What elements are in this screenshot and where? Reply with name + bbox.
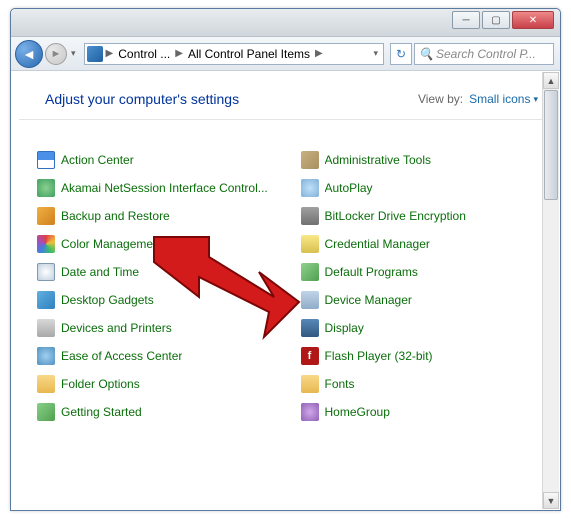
search-input[interactable]: 🔍 Search Control P... [414, 43, 554, 65]
item-label: AutoPlay [325, 181, 373, 195]
view-by-dropdown[interactable]: Small icons [469, 92, 538, 106]
control-panel-item[interactable]: Akamai NetSession Interface Control... [37, 178, 289, 198]
dev-icon [301, 291, 319, 309]
flag-icon [37, 151, 55, 169]
control-panel-item[interactable]: Date and Time [37, 262, 289, 282]
control-panel-item[interactable]: Action Center [37, 150, 289, 170]
disp-icon [301, 319, 319, 337]
auto-icon [301, 179, 319, 197]
bitl-icon [301, 207, 319, 225]
start-icon [37, 403, 55, 421]
globe-icon [37, 179, 55, 197]
control-panel-item[interactable]: Fonts [301, 374, 553, 394]
item-label: Getting Started [61, 405, 142, 419]
address-dropdown-icon[interactable]: ▾ [370, 48, 381, 59]
items-column-right: Administrative Tools AutoPlay BitLocker Dr… [301, 150, 553, 422]
folder-icon [37, 375, 55, 393]
item-label: Desktop Gadgets [61, 293, 154, 307]
vertical-scrollbar[interactable]: ▲ ▼ [542, 72, 559, 509]
address-bar[interactable]: ▶ Control ... ▶ All Control Panel Items … [84, 43, 384, 65]
item-label: Date and Time [61, 265, 139, 279]
breadcrumb-separator-icon[interactable]: ▶ [105, 48, 115, 59]
item-label: Administrative Tools [325, 153, 432, 167]
item-label: Default Programs [325, 265, 418, 279]
window-buttons: ─ ▢ ✕ [452, 9, 560, 36]
page-title: Adjust your computer's settings [45, 91, 239, 107]
view-by-label: View by: [418, 92, 463, 106]
refresh-button[interactable]: ↻ [390, 43, 412, 65]
control-panel-item[interactable]: Color Management [37, 234, 289, 254]
def-icon [301, 263, 319, 281]
breadcrumb-separator-icon[interactable]: ▶ [314, 48, 324, 59]
fonts-icon [301, 375, 319, 393]
cred-icon [301, 235, 319, 253]
item-label: Devices and Printers [61, 321, 172, 335]
control-panel-item[interactable]: Default Programs [301, 262, 553, 282]
item-label: Akamai NetSession Interface Control... [61, 181, 268, 195]
control-panel-item[interactable]: Administrative Tools [301, 150, 553, 170]
item-label: Color Management [61, 237, 163, 251]
content-header: Adjust your computer's settings View by:… [19, 71, 552, 120]
back-button[interactable]: ◄ [15, 40, 43, 68]
home-icon [301, 403, 319, 421]
item-label: Flash Player (32-bit) [325, 349, 433, 363]
forward-button[interactable]: ► [45, 43, 67, 65]
search-placeholder: Search Control P... [436, 47, 536, 61]
control-panel-item[interactable]: Getting Started [37, 402, 289, 422]
history-dropdown-icon[interactable]: ▾ [69, 48, 78, 59]
clock-icon [37, 263, 55, 281]
ease-icon [37, 347, 55, 365]
items-column-left: Action Center Akamai NetSession Interface… [37, 150, 289, 422]
flash-icon: f [301, 347, 319, 365]
breadcrumb[interactable]: All Control Panel Items [184, 47, 314, 61]
minimize-button[interactable]: ─ [452, 11, 480, 29]
control-panel-item[interactable]: Folder Options [37, 374, 289, 394]
gadget-icon [37, 291, 55, 309]
item-label: HomeGroup [325, 405, 390, 419]
maximize-button[interactable]: ▢ [482, 11, 510, 29]
item-label: Credential Manager [325, 237, 430, 251]
control-panel-item[interactable]: Desktop Gadgets [37, 290, 289, 310]
item-label: Action Center [61, 153, 134, 167]
print-icon [37, 319, 55, 337]
control-panel-window: ─ ▢ ✕ ◄ ► ▾ ▶ Control ... ▶ All Control … [10, 8, 561, 511]
items-grid: Action Center Akamai NetSession Interface… [11, 120, 560, 430]
control-panel-item[interactable]: HomeGroup [301, 402, 553, 422]
control-panel-item[interactable]: Devices and Printers [37, 318, 289, 338]
navigation-bar: ◄ ► ▾ ▶ Control ... ▶ All Control Panel … [11, 37, 560, 71]
close-button[interactable]: ✕ [512, 11, 554, 29]
control-panel-item[interactable]: f Flash Player (32-bit) [301, 346, 553, 366]
control-panel-item[interactable]: Ease of Access Center [37, 346, 289, 366]
control-panel-item[interactable]: Credential Manager [301, 234, 553, 254]
scroll-down-button[interactable]: ▼ [543, 492, 559, 509]
control-panel-item[interactable]: Device Manager [301, 290, 553, 310]
bk-icon [37, 207, 55, 225]
breadcrumb[interactable]: Control ... [114, 47, 174, 61]
item-label: Display [325, 321, 364, 335]
view-by-control: View by: Small icons [418, 92, 538, 106]
scroll-thumb[interactable] [544, 90, 558, 200]
item-label: BitLocker Drive Encryption [325, 209, 466, 223]
item-label: Fonts [325, 377, 355, 391]
scroll-up-button[interactable]: ▲ [543, 72, 559, 89]
control-panel-item[interactable]: BitLocker Drive Encryption [301, 206, 553, 226]
control-panel-item[interactable]: Backup and Restore [37, 206, 289, 226]
item-label: Backup and Restore [61, 209, 170, 223]
titlebar: ─ ▢ ✕ [11, 9, 560, 37]
control-panel-item[interactable]: Display [301, 318, 553, 338]
item-label: Folder Options [61, 377, 140, 391]
control-panel-icon [87, 46, 103, 62]
item-label: Ease of Access Center [61, 349, 182, 363]
item-label: Device Manager [325, 293, 412, 307]
content-area: Adjust your computer's settings View by:… [11, 71, 560, 510]
control-panel-item[interactable]: AutoPlay [301, 178, 553, 198]
color-icon [37, 235, 55, 253]
admin-icon [301, 151, 319, 169]
breadcrumb-separator-icon[interactable]: ▶ [174, 48, 184, 59]
search-icon: 🔍 [419, 47, 433, 61]
